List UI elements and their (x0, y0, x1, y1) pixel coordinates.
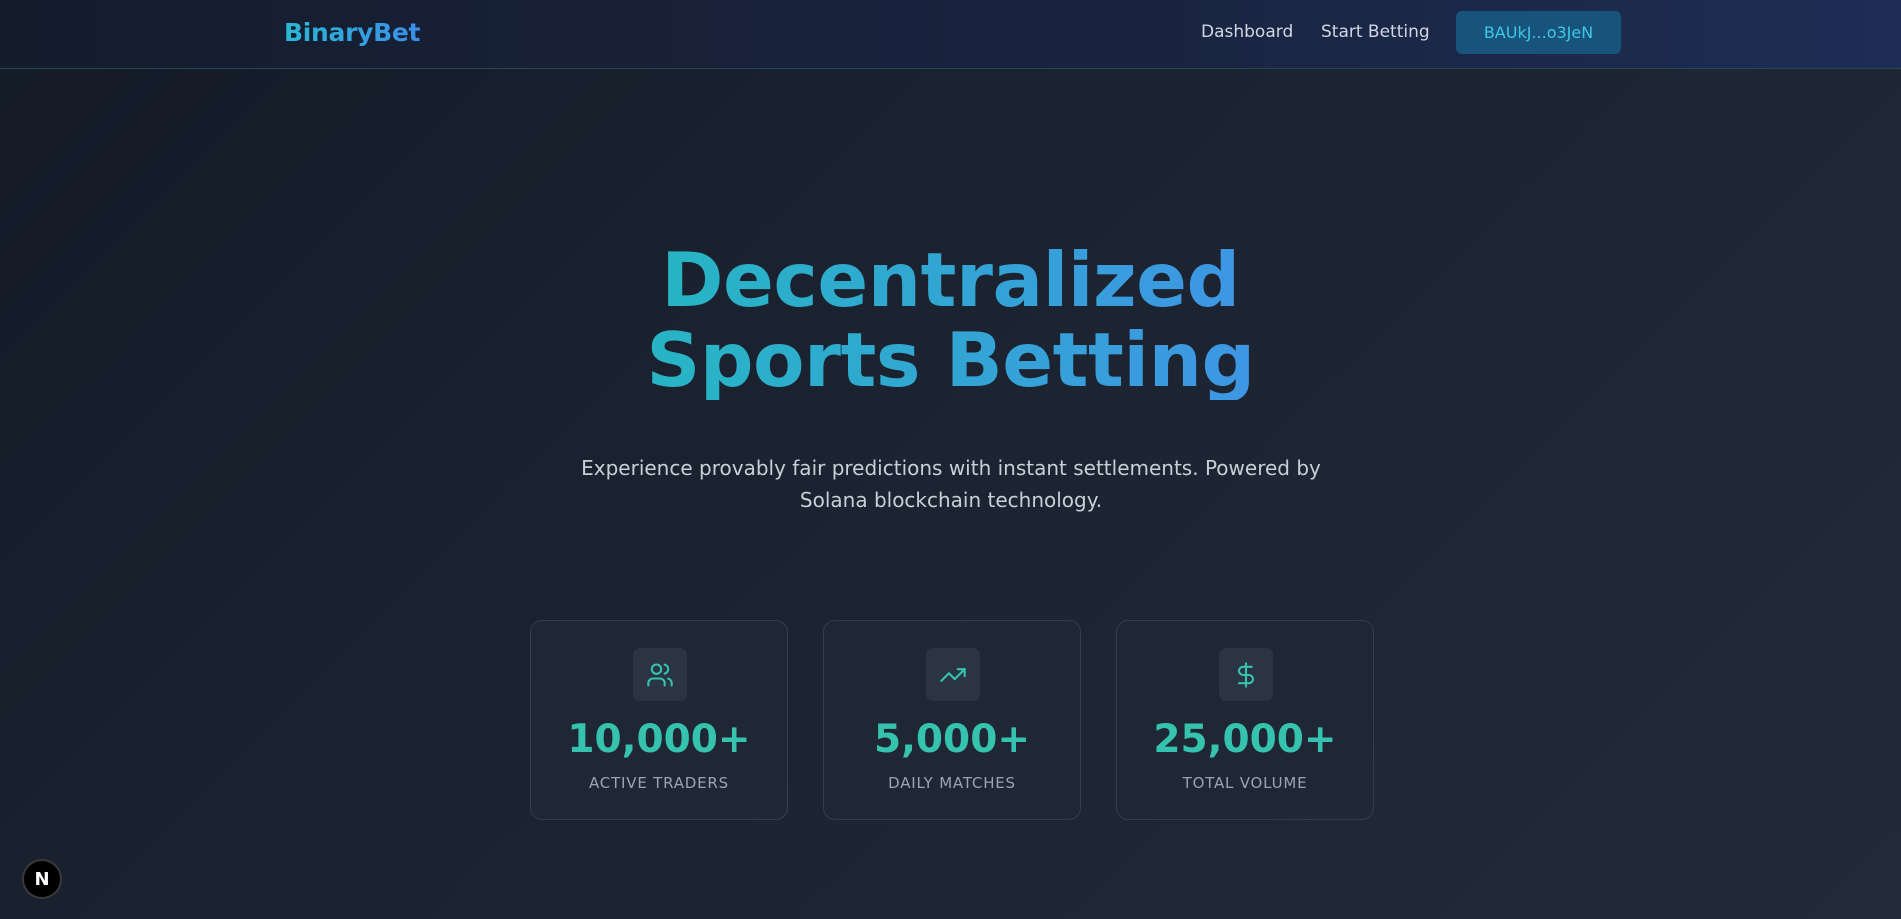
stat-value: 10,000+ (567, 717, 751, 762)
hero-title-line-2: Sports Betting (646, 316, 1255, 404)
stat-card-active-traders: 10,000+ ACTIVE TRADERS (530, 620, 788, 820)
nextjs-dev-badge[interactable]: N (22, 859, 62, 899)
stat-card-daily-matches: 5,000+ DAILY MATCHES (823, 620, 1081, 820)
stat-label: ACTIVE TRADERS (589, 774, 729, 792)
stat-label: TOTAL VOLUME (1182, 774, 1308, 792)
hero-subtitle: Experience provably fair predictions wit… (581, 456, 1321, 512)
trending-up-icon (926, 648, 980, 701)
stat-value: 5,000+ (873, 717, 1031, 762)
top-navbar: BinaryBet Dashboard Start Betting BAUkJ.… (0, 0, 1901, 69)
stat-label: DAILY MATCHES (888, 774, 1016, 792)
nextjs-icon: N (34, 868, 50, 890)
stat-value: 25,000+ (1153, 717, 1337, 762)
users-icon (633, 648, 687, 701)
nav-link-start-betting[interactable]: Start Betting (1321, 22, 1430, 42)
nav-link-dashboard[interactable]: Dashboard (1201, 22, 1293, 42)
hero-title: Decentralized Sports Betting (0, 240, 1901, 400)
hero-title-line-1: Decentralized (661, 236, 1240, 324)
brand-logo[interactable]: BinaryBet (284, 18, 420, 47)
dollar-sign-icon (1219, 648, 1273, 701)
stat-card-total-volume: 25,000+ TOTAL VOLUME (1116, 620, 1374, 820)
wallet-button[interactable]: BAUkJ...o3JeN (1456, 11, 1621, 54)
